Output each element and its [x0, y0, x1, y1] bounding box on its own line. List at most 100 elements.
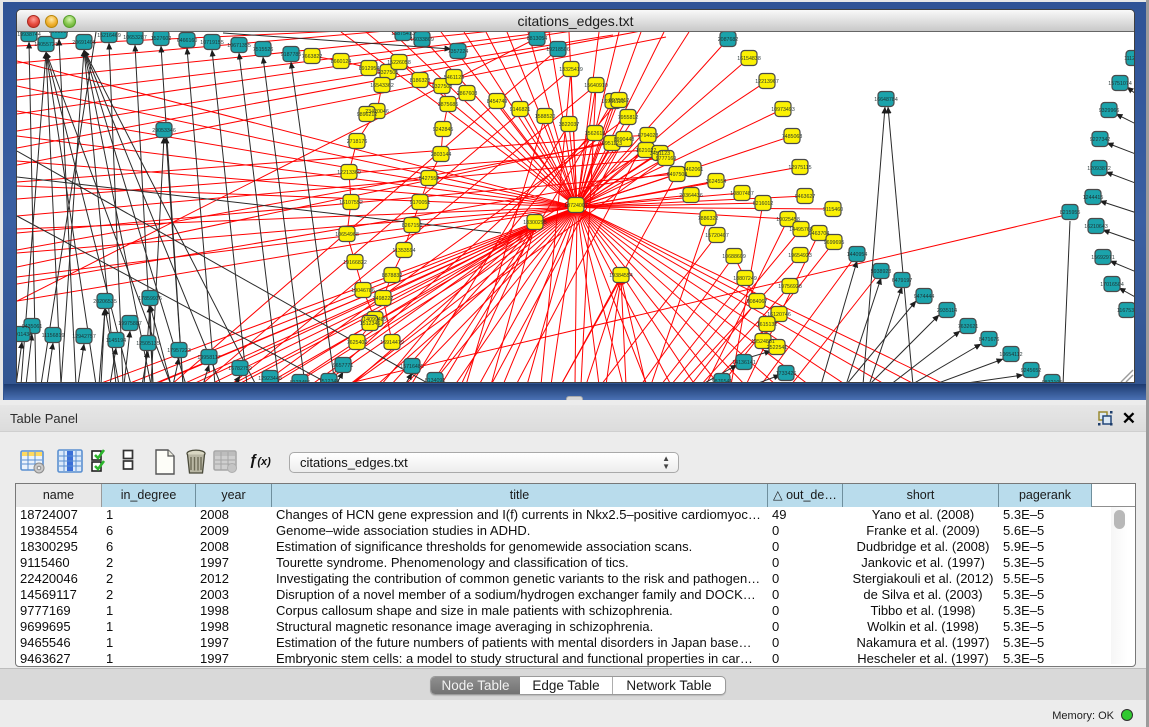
- svg-text:14055721: 14055721: [34, 42, 58, 48]
- svg-text:8134091: 8134091: [425, 378, 446, 383]
- svg-text:9084067: 9084067: [747, 299, 768, 305]
- svg-text:12923448: 12923448: [258, 376, 282, 382]
- svg-text:15692971: 15692971: [1091, 255, 1115, 261]
- svg-text:1440954: 1440954: [847, 252, 868, 258]
- svg-text:8186328: 8186328: [410, 78, 431, 84]
- svg-text:15720407: 15720407: [705, 233, 729, 239]
- svg-text:9463627: 9463627: [795, 194, 816, 200]
- svg-text:19218506: 19218506: [546, 47, 570, 53]
- svg-text:9187785: 9187785: [281, 52, 302, 58]
- svg-text:1145194: 1145194: [106, 338, 126, 344]
- svg-text:17016504: 17016504: [1100, 282, 1124, 288]
- svg-text:1112584: 1112584: [1124, 56, 1134, 62]
- svg-text:1244415: 1244415: [1083, 195, 1104, 201]
- svg-text:1512346: 1512346: [360, 321, 381, 327]
- svg-text:9327505: 9327505: [378, 70, 399, 76]
- svg-text:9170051: 9170051: [410, 200, 431, 206]
- svg-text:15216469: 15216469: [97, 33, 121, 39]
- svg-text:6216012: 6216012: [753, 201, 774, 207]
- svg-text:3498222: 3498222: [373, 296, 394, 302]
- svg-text:6466160: 6466160: [177, 38, 198, 44]
- svg-text:8813054: 8813054: [527, 36, 548, 42]
- svg-text:9227342: 9227342: [1090, 137, 1111, 143]
- svg-text:9832105: 9832105: [1042, 380, 1063, 383]
- svg-text:15226058: 15226058: [387, 60, 411, 66]
- svg-text:9777169: 9777169: [656, 156, 677, 162]
- svg-text:8267150: 8267150: [402, 223, 423, 229]
- svg-text:11353594: 11353594: [392, 248, 415, 254]
- svg-text:19166822: 19166822: [343, 260, 367, 266]
- svg-text:12093872: 12093872: [1087, 166, 1111, 172]
- svg-text:8215955: 8215955: [1060, 210, 1081, 216]
- svg-text:2522541: 2522541: [767, 345, 788, 351]
- svg-text:9115460: 9115460: [823, 207, 843, 213]
- svg-text:5938923: 5938923: [871, 269, 892, 275]
- svg-text:8454749: 8454749: [487, 99, 508, 105]
- svg-text:9896212: 9896212: [357, 112, 378, 118]
- svg-text:16033809: 16033809: [410, 37, 434, 43]
- svg-text:1167533: 1167533: [1117, 308, 1134, 314]
- svg-text:7886322: 7886322: [698, 216, 719, 222]
- svg-text:16914479: 16914479: [380, 340, 404, 346]
- svg-text:16120746: 16120746: [767, 312, 791, 318]
- svg-text:7625402: 7625402: [347, 340, 368, 346]
- svg-text:3911434: 3911434: [17, 332, 32, 338]
- svg-text:7955812: 7955812: [618, 115, 639, 121]
- svg-text:16210643: 16210643: [1084, 224, 1108, 230]
- svg-text:12213369: 12213369: [337, 170, 361, 176]
- svg-text:8990448: 8990448: [614, 137, 635, 143]
- svg-text:1562615: 1562615: [585, 131, 606, 137]
- svg-text:18300295: 18300295: [523, 220, 547, 226]
- svg-text:8653287: 8653287: [49, 32, 70, 35]
- svg-text:9435061: 9435061: [22, 324, 43, 330]
- svg-text:19756928: 19756928: [778, 284, 802, 290]
- svg-text:9699695: 9699695: [824, 240, 845, 246]
- svg-text:12942757: 12942757: [72, 334, 96, 340]
- svg-text:12505135: 12505135: [136, 341, 160, 347]
- svg-text:9242845: 9242845: [433, 127, 454, 133]
- svg-text:10654968: 10654968: [335, 232, 359, 238]
- svg-text:20206535: 20206535: [93, 299, 117, 305]
- svg-text:11156819: 11156819: [42, 333, 65, 339]
- svg-text:1588520: 1588520: [535, 114, 556, 120]
- svg-text:6479197: 6479197: [892, 278, 913, 284]
- svg-text:9463704: 9463704: [809, 231, 830, 237]
- svg-text:7357224: 7357224: [448, 49, 469, 55]
- svg-text:10653287: 10653287: [123, 35, 147, 41]
- svg-text:10973493: 10973493: [771, 107, 795, 113]
- svg-text:1512345: 1512345: [319, 379, 340, 383]
- svg-text:8123456: 8123456: [290, 380, 311, 383]
- svg-text:18807249: 18807249: [733, 276, 757, 282]
- svg-text:10025458: 10025458: [776, 217, 800, 223]
- svg-text:20691406: 20691406: [72, 40, 96, 46]
- svg-text:10671355: 10671355: [227, 43, 251, 49]
- svg-text:3624554: 3624554: [706, 179, 727, 185]
- svg-text:19938744: 19938744: [17, 32, 41, 38]
- svg-text:19046786: 19046786: [351, 288, 375, 294]
- svg-text:10807487: 10807487: [730, 191, 754, 197]
- svg-text:17957223: 17957223: [167, 348, 191, 354]
- svg-text:29053346: 29053346: [152, 128, 176, 134]
- svg-text:3875685: 3875685: [438, 102, 459, 108]
- svg-text:5461123: 5461123: [444, 75, 464, 81]
- svg-text:3822037: 3822037: [559, 122, 580, 128]
- svg-text:6975812: 6975812: [609, 98, 630, 104]
- svg-text:1527602: 1527602: [151, 36, 172, 42]
- svg-text:2718176: 2718176: [347, 139, 368, 145]
- svg-text:16543362: 16543362: [370, 83, 394, 89]
- svg-text:8471676: 8471676: [979, 337, 1000, 343]
- svg-text:1615132: 1615132: [757, 322, 778, 328]
- svg-text:15751074: 15751074: [1108, 81, 1132, 87]
- svg-text:9245652: 9245652: [1021, 368, 1042, 374]
- svg-text:19654923: 19654923: [788, 253, 812, 259]
- svg-text:7632621: 7632621: [958, 324, 979, 330]
- svg-text:9474444: 9474444: [914, 294, 935, 300]
- svg-text:10654112: 10654112: [999, 352, 1022, 358]
- svg-text:19958117: 19958117: [197, 355, 220, 361]
- svg-text:1733426: 1733426: [776, 371, 797, 377]
- svg-text:20364436: 20364436: [679, 193, 703, 199]
- svg-text:12213967: 12213967: [755, 79, 779, 85]
- svg-text:9146821: 9146821: [510, 107, 531, 113]
- svg-text:9657771: 9657771: [333, 363, 354, 369]
- svg-text:6794028: 6794028: [638, 133, 659, 139]
